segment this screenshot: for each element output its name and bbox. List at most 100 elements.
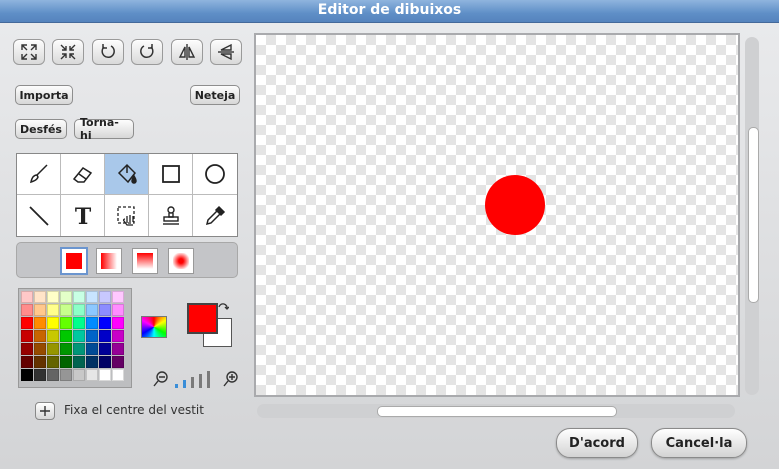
palette-swatch[interactable] bbox=[21, 343, 33, 355]
palette-swatch[interactable] bbox=[34, 304, 46, 316]
flip-horizontal-icon bbox=[178, 44, 196, 60]
zoom-in-icon[interactable] bbox=[222, 370, 240, 388]
palette-swatch[interactable] bbox=[99, 304, 111, 316]
zoom-bar[interactable] bbox=[199, 374, 202, 388]
palette-swatch[interactable] bbox=[99, 343, 111, 355]
fill-vertical-gradient-option[interactable] bbox=[132, 248, 158, 274]
palette-swatch[interactable] bbox=[34, 356, 46, 368]
brush-tool[interactable] bbox=[17, 154, 61, 195]
drawing-canvas[interactable] bbox=[254, 33, 740, 397]
palette-swatch[interactable] bbox=[112, 291, 124, 303]
color-spectrum-button[interactable] bbox=[141, 316, 167, 338]
palette-swatch[interactable] bbox=[73, 330, 85, 342]
palette-swatch[interactable] bbox=[21, 304, 33, 316]
palette-swatch[interactable] bbox=[34, 343, 46, 355]
palette-swatch[interactable] bbox=[21, 317, 33, 329]
shrink-button[interactable] bbox=[52, 39, 84, 65]
undo-button[interactable]: Desfés bbox=[15, 119, 67, 139]
palette-swatch[interactable] bbox=[99, 317, 111, 329]
palette-swatch[interactable] bbox=[21, 369, 33, 381]
text-tool[interactable]: T bbox=[61, 195, 105, 236]
palette-swatch[interactable] bbox=[21, 291, 33, 303]
palette-swatch[interactable] bbox=[73, 317, 85, 329]
palette-swatch[interactable] bbox=[73, 356, 85, 368]
palette-swatch[interactable] bbox=[47, 369, 59, 381]
palette-swatch[interactable] bbox=[73, 291, 85, 303]
flip-vertical-button[interactable] bbox=[210, 39, 242, 65]
palette-swatch[interactable] bbox=[60, 304, 72, 316]
palette-swatch[interactable] bbox=[73, 304, 85, 316]
horizontal-scroll-thumb[interactable] bbox=[377, 406, 617, 417]
palette-swatch[interactable] bbox=[21, 330, 33, 342]
palette-swatch[interactable] bbox=[86, 369, 98, 381]
palette-swatch[interactable] bbox=[60, 291, 72, 303]
rotate-left-button[interactable] bbox=[92, 39, 124, 65]
palette-swatch[interactable] bbox=[86, 291, 98, 303]
redo-button[interactable]: Torna-hi bbox=[74, 116, 134, 142]
red-circle-shape[interactable] bbox=[485, 175, 545, 235]
grow-button[interactable] bbox=[13, 39, 45, 65]
stamp-tool[interactable] bbox=[149, 195, 193, 236]
flip-horizontal-button[interactable] bbox=[171, 39, 203, 65]
zoom-bar[interactable] bbox=[191, 377, 194, 388]
palette-swatch[interactable] bbox=[47, 317, 59, 329]
palette-swatch[interactable] bbox=[86, 304, 98, 316]
eyedropper-icon bbox=[205, 205, 226, 225]
vertical-scroll-thumb[interactable] bbox=[748, 127, 759, 303]
set-center-button[interactable] bbox=[35, 402, 55, 420]
palette-swatch[interactable] bbox=[34, 369, 46, 381]
palette-swatch[interactable] bbox=[60, 356, 72, 368]
import-button[interactable]: Importa bbox=[15, 85, 73, 105]
fill-radial-gradient-option[interactable] bbox=[168, 248, 194, 274]
palette-swatch[interactable] bbox=[34, 330, 46, 342]
ellipse-tool[interactable] bbox=[193, 154, 237, 195]
palette-swatch[interactable] bbox=[34, 317, 46, 329]
palette-swatch[interactable] bbox=[99, 369, 111, 381]
palette-swatch[interactable] bbox=[47, 291, 59, 303]
palette-swatch[interactable] bbox=[86, 330, 98, 342]
palette-swatch[interactable] bbox=[47, 330, 59, 342]
palette-swatch[interactable] bbox=[99, 291, 111, 303]
palette-swatch[interactable] bbox=[47, 343, 59, 355]
palette-swatch[interactable] bbox=[73, 343, 85, 355]
palette-swatch[interactable] bbox=[47, 304, 59, 316]
palette-swatch[interactable] bbox=[34, 291, 46, 303]
palette-swatch[interactable] bbox=[47, 356, 59, 368]
palette-swatch[interactable] bbox=[112, 343, 124, 355]
cancel-button[interactable]: Cancel·la bbox=[651, 428, 747, 458]
foreground-color-swatch[interactable] bbox=[187, 303, 218, 334]
line-tool[interactable] bbox=[17, 195, 61, 236]
eyedropper-tool[interactable] bbox=[193, 195, 237, 236]
zoom-out-icon[interactable] bbox=[152, 370, 170, 388]
palette-swatch[interactable] bbox=[99, 330, 111, 342]
clear-button[interactable]: Neteja bbox=[190, 85, 240, 105]
ok-button[interactable]: D'acord bbox=[556, 428, 638, 458]
zoom-bar[interactable] bbox=[207, 371, 210, 388]
zoom-bar[interactable] bbox=[183, 380, 186, 388]
palette-swatch[interactable] bbox=[73, 369, 85, 381]
palette-swatch[interactable] bbox=[86, 356, 98, 368]
palette-swatch[interactable] bbox=[60, 343, 72, 355]
palette-swatch[interactable] bbox=[112, 330, 124, 342]
swap-colors-icon[interactable] bbox=[217, 303, 229, 315]
palette-swatch[interactable] bbox=[60, 330, 72, 342]
fill-horizontal-gradient-option[interactable] bbox=[96, 248, 122, 274]
palette-swatch[interactable] bbox=[112, 369, 124, 381]
zoom-bar[interactable] bbox=[175, 384, 178, 388]
rectangle-tool[interactable] bbox=[149, 154, 193, 195]
eraser-tool[interactable] bbox=[61, 154, 105, 195]
palette-swatch[interactable] bbox=[21, 356, 33, 368]
palette-swatch[interactable] bbox=[112, 356, 124, 368]
palette-swatch[interactable] bbox=[60, 317, 72, 329]
palette-swatch[interactable] bbox=[86, 343, 98, 355]
fill-solid-option[interactable] bbox=[60, 247, 88, 275]
fill-tool[interactable] bbox=[105, 154, 149, 195]
zoom-level-indicator bbox=[175, 370, 217, 388]
palette-swatch[interactable] bbox=[112, 317, 124, 329]
rotate-right-button[interactable] bbox=[131, 39, 163, 65]
palette-swatch[interactable] bbox=[86, 317, 98, 329]
palette-swatch[interactable] bbox=[112, 304, 124, 316]
palette-swatch[interactable] bbox=[60, 369, 72, 381]
select-tool[interactable] bbox=[105, 195, 149, 236]
palette-swatch[interactable] bbox=[99, 356, 111, 368]
